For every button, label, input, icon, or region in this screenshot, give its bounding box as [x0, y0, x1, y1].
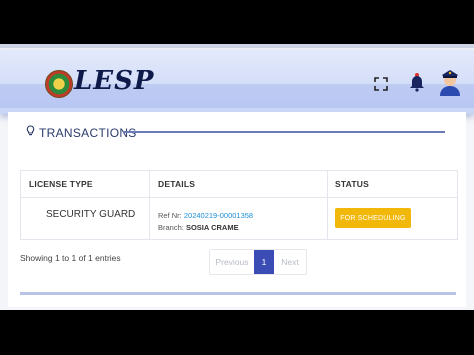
status-badge[interactable]: FOR SCHEDULING: [335, 208, 411, 228]
entries-info: Showing 1 to 1 of 1 entries: [20, 253, 121, 263]
next-page-button[interactable]: Next: [274, 250, 306, 274]
section-title: TRANSACTIONS: [26, 124, 137, 142]
header-status[interactable]: STATUS: [335, 179, 369, 189]
header-license-type[interactable]: LICENSE TYPE: [29, 179, 93, 189]
fullscreen-icon[interactable]: [373, 76, 389, 92]
bell-icon[interactable]: [408, 71, 426, 93]
license-type-cell: SECURITY GUARD: [46, 209, 136, 220]
previous-page-button[interactable]: Previous: [210, 250, 254, 274]
lightbulb-icon: [26, 124, 35, 142]
ref-number-link[interactable]: 20240219-00001358: [184, 211, 253, 220]
pagination: Previous 1 Next: [209, 249, 307, 275]
branch-value: SOSIA CRAME: [185, 223, 239, 232]
branch: Branch: SOSIA CRAME: [158, 223, 239, 232]
header-details[interactable]: DETAILS: [158, 179, 195, 189]
police-officer-avatar[interactable]: [437, 67, 463, 97]
transactions-table: LICENSE TYPE DETAILS STATUS SECURITY GUA…: [20, 170, 458, 240]
app-logo-text[interactable]: LESP: [74, 66, 154, 96]
title-divider: [123, 131, 445, 133]
status-strip: [0, 44, 474, 48]
top-navbar: LESP: [0, 50, 474, 114]
current-page-button[interactable]: 1: [254, 250, 274, 274]
branch-label: Branch:: [158, 223, 184, 232]
app-screen: LESP TRANSACTIONS LICENSE TYPE DETAILS S…: [0, 44, 474, 310]
bottom-divider: [20, 292, 456, 295]
ref-label: Ref Nr:: [158, 211, 182, 220]
logo-seal-icon: [45, 70, 73, 98]
section-title-text: TRANSACTIONS: [39, 126, 137, 140]
ref-number: Ref Nr: 20240219-00001358: [158, 211, 253, 220]
transactions-card: TRANSACTIONS LICENSE TYPE DETAILS STATUS…: [8, 112, 466, 307]
